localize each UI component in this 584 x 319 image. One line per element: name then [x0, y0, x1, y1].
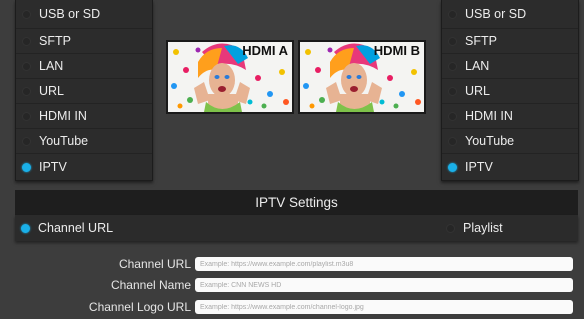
source-item-label: IPTV: [465, 160, 493, 174]
channel-name-label: Channel Name: [110, 278, 191, 292]
source-item-usb-sd[interactable]: USB or SD: [16, 0, 152, 29]
source-item-label: HDMI IN: [465, 109, 513, 123]
form-row-channel-logo-url: Channel Logo URL: [15, 299, 578, 315]
radio-sftp[interactable]: [448, 36, 457, 46]
source-item-lan[interactable]: LAN: [16, 54, 152, 79]
source-item-label: LAN: [39, 59, 64, 73]
preview-hdmi-b[interactable]: HDMI B: [298, 40, 426, 114]
radio-youtube[interactable]: [448, 136, 457, 146]
radio-lan[interactable]: [22, 61, 31, 71]
mode-option-label: Playlist: [463, 221, 503, 235]
source-item-label: SFTP: [465, 34, 497, 48]
radio-usb-sd[interactable]: [448, 9, 457, 19]
source-item-label: HDMI IN: [39, 109, 87, 123]
source-list-right: USB or SD SFTP LAN URL HDMI IN YouTube I…: [441, 0, 579, 181]
source-item-url[interactable]: URL: [442, 79, 578, 104]
channel-url-input[interactable]: [195, 257, 573, 271]
source-item-sftp[interactable]: SFTP: [442, 29, 578, 54]
radio-url[interactable]: [22, 86, 31, 96]
source-item-label: YouTube: [465, 134, 515, 148]
radio-iptv-selected[interactable]: [448, 162, 457, 172]
source-item-sftp[interactable]: SFTP: [16, 29, 152, 54]
radio-playlist[interactable]: [446, 223, 455, 233]
source-item-label: USB or SD: [39, 7, 101, 21]
source-item-youtube[interactable]: YouTube: [16, 129, 152, 154]
source-list-left: USB or SD SFTP LAN URL HDMI IN YouTube I…: [15, 0, 153, 181]
radio-url[interactable]: [448, 86, 457, 96]
mode-option-channel-url[interactable]: Channel URL: [21, 215, 113, 241]
source-item-iptv[interactable]: IPTV: [442, 154, 578, 180]
source-item-label: URL: [39, 84, 65, 98]
form-row-channel-url: Channel URL: [15, 256, 578, 272]
source-item-hdmi-in[interactable]: HDMI IN: [16, 104, 152, 129]
source-item-hdmi-in[interactable]: HDMI IN: [442, 104, 578, 129]
radio-channel-url-selected[interactable]: [21, 223, 30, 233]
mode-option-playlist[interactable]: Playlist: [446, 215, 503, 241]
radio-hdmi-in[interactable]: [22, 111, 31, 121]
source-item-iptv[interactable]: IPTV: [16, 154, 152, 180]
form-row-channel-name: Channel Name: [15, 277, 578, 293]
preview-hdmi-a[interactable]: HDMI A: [166, 40, 294, 114]
source-item-youtube[interactable]: YouTube: [442, 129, 578, 154]
source-item-label: SFTP: [39, 34, 71, 48]
channel-logo-url-input[interactable]: [195, 300, 573, 314]
source-item-label: YouTube: [39, 134, 89, 148]
radio-usb-sd[interactable]: [22, 9, 31, 19]
source-item-label: LAN: [465, 59, 490, 73]
preview-label-hdmi-b: HDMI B: [373, 43, 420, 58]
preview-label-hdmi-a: HDMI A: [242, 43, 288, 58]
radio-youtube[interactable]: [22, 136, 31, 146]
radio-hdmi-in[interactable]: [448, 111, 457, 121]
iptv-mode-selector: Channel URL Playlist: [15, 215, 578, 241]
source-item-url[interactable]: URL: [16, 79, 152, 104]
radio-iptv-selected[interactable]: [22, 162, 31, 172]
source-item-label: URL: [465, 84, 491, 98]
source-item-usb-sd[interactable]: USB or SD: [442, 0, 578, 29]
radio-lan[interactable]: [448, 61, 457, 71]
channel-name-input[interactable]: [195, 278, 573, 292]
source-item-lan[interactable]: LAN: [442, 54, 578, 79]
channel-url-label: Channel URL: [118, 257, 191, 271]
source-item-label: USB or SD: [465, 7, 527, 21]
source-item-label: IPTV: [39, 160, 67, 174]
mode-option-label: Channel URL: [38, 221, 114, 235]
settings-title: IPTV Settings: [15, 190, 578, 215]
radio-sftp[interactable]: [22, 36, 31, 46]
channel-logo-url-label: Channel Logo URL: [88, 300, 191, 314]
